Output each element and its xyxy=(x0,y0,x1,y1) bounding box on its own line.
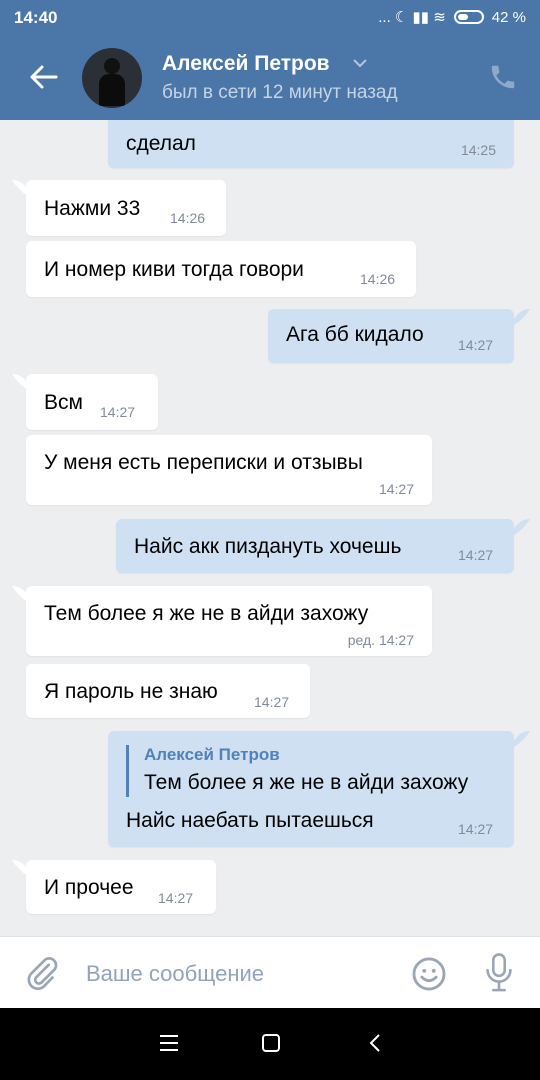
bubble-tail xyxy=(514,519,530,535)
phone-icon[interactable] xyxy=(488,62,518,92)
message-composer: Ваше сообщение xyxy=(0,936,540,1008)
message-time: ред. 14:27 xyxy=(347,632,414,648)
message-outgoing[interactable]: сделал 14:25 xyxy=(108,120,514,168)
message-time: 14:27 xyxy=(458,337,494,353)
message-outgoing[interactable]: Ага бб кидало 14:27 xyxy=(268,309,514,363)
message-text: сделал xyxy=(126,132,196,155)
message-text: И прочее xyxy=(44,876,134,899)
contact-name[interactable]: Алексей Петров xyxy=(162,52,330,76)
status-bar: 14:40 ... ☾ ▮▮ ≋ 42 % xyxy=(0,0,540,36)
home-icon[interactable] xyxy=(260,1032,282,1054)
back-arrow-icon[interactable] xyxy=(26,60,60,94)
avatar[interactable] xyxy=(82,48,142,108)
message-time: 14:27 xyxy=(100,404,136,420)
bubble-tail xyxy=(514,731,530,747)
status-time: 14:40 xyxy=(14,8,58,27)
reply-quote-bar xyxy=(126,745,129,797)
message-time: 14:27 xyxy=(458,547,494,563)
chat-header: Алексей Петров был в сети 12 минут назад xyxy=(0,36,540,120)
message-list[interactable]: сделал 14:25 Нажми 33 14:26 И номер киви… xyxy=(0,120,540,936)
message-input[interactable]: Ваше сообщение xyxy=(86,961,264,987)
message-text: Тем более я же не в айди захожу xyxy=(44,602,369,625)
message-incoming[interactable]: Я пароль не знаю 14:27 xyxy=(26,664,310,718)
message-incoming[interactable]: Тем более я же не в айди захожу ред. 14:… xyxy=(26,586,432,656)
reply-author[interactable]: Алексей Петров xyxy=(144,745,280,765)
system-navigation-bar xyxy=(0,1008,540,1080)
message-text: Ага бб кидало xyxy=(286,323,424,346)
message-text: Найс наебать пытаешься xyxy=(126,809,374,832)
last-seen-status: был в сети 12 минут назад xyxy=(162,82,398,103)
reply-text[interactable]: Тем более я же не в айди захожу xyxy=(144,771,468,795)
message-text: Найс акк пиздануть хочешь xyxy=(134,535,402,558)
back-icon[interactable] xyxy=(364,1032,386,1054)
message-time: 14:27 xyxy=(378,481,414,497)
message-text: И номер киви тогда говори xyxy=(44,258,304,281)
menu-icon[interactable] xyxy=(158,1032,180,1054)
emoji-icon[interactable] xyxy=(410,955,448,993)
message-time: 14:27 xyxy=(254,694,290,710)
paperclip-icon[interactable] xyxy=(24,955,60,991)
signal-icons: ... ☾ ▮▮ ≋ xyxy=(378,9,446,26)
message-time: 14:26 xyxy=(360,271,396,287)
microphone-icon[interactable] xyxy=(484,953,514,993)
message-incoming[interactable]: И прочее 14:27 xyxy=(26,860,216,914)
message-text: У меня есть переписки и отзывы xyxy=(44,451,363,474)
message-outgoing-reply[interactable]: Алексей Петров Тем более я же не в айди … xyxy=(108,731,514,847)
message-time: 14:27 xyxy=(158,890,194,906)
message-time: 14:25 xyxy=(460,142,496,158)
message-time: 14:27 xyxy=(458,821,494,837)
status-icons: ... ☾ ▮▮ ≋ 42 % xyxy=(378,8,526,27)
bubble-tail xyxy=(514,309,530,325)
battery-level: 42 % xyxy=(491,8,526,26)
message-incoming[interactable]: Всм 14:27 xyxy=(26,374,158,430)
message-incoming[interactable]: И номер киви тогда говори 14:26 xyxy=(26,241,416,297)
message-incoming[interactable]: У меня есть переписки и отзывы 14:27 xyxy=(26,435,432,505)
chevron-down-icon[interactable] xyxy=(352,58,368,68)
message-text: Нажми 33 xyxy=(44,197,141,220)
message-text: Всм xyxy=(44,391,83,414)
message-incoming[interactable]: Нажми 33 14:26 xyxy=(26,180,226,236)
message-outgoing[interactable]: Найс акк пиздануть хочешь 14:27 xyxy=(116,519,514,573)
message-time: 14:26 xyxy=(170,210,206,226)
battery-icon xyxy=(453,10,484,24)
message-text: Я пароль не знаю xyxy=(44,680,218,703)
